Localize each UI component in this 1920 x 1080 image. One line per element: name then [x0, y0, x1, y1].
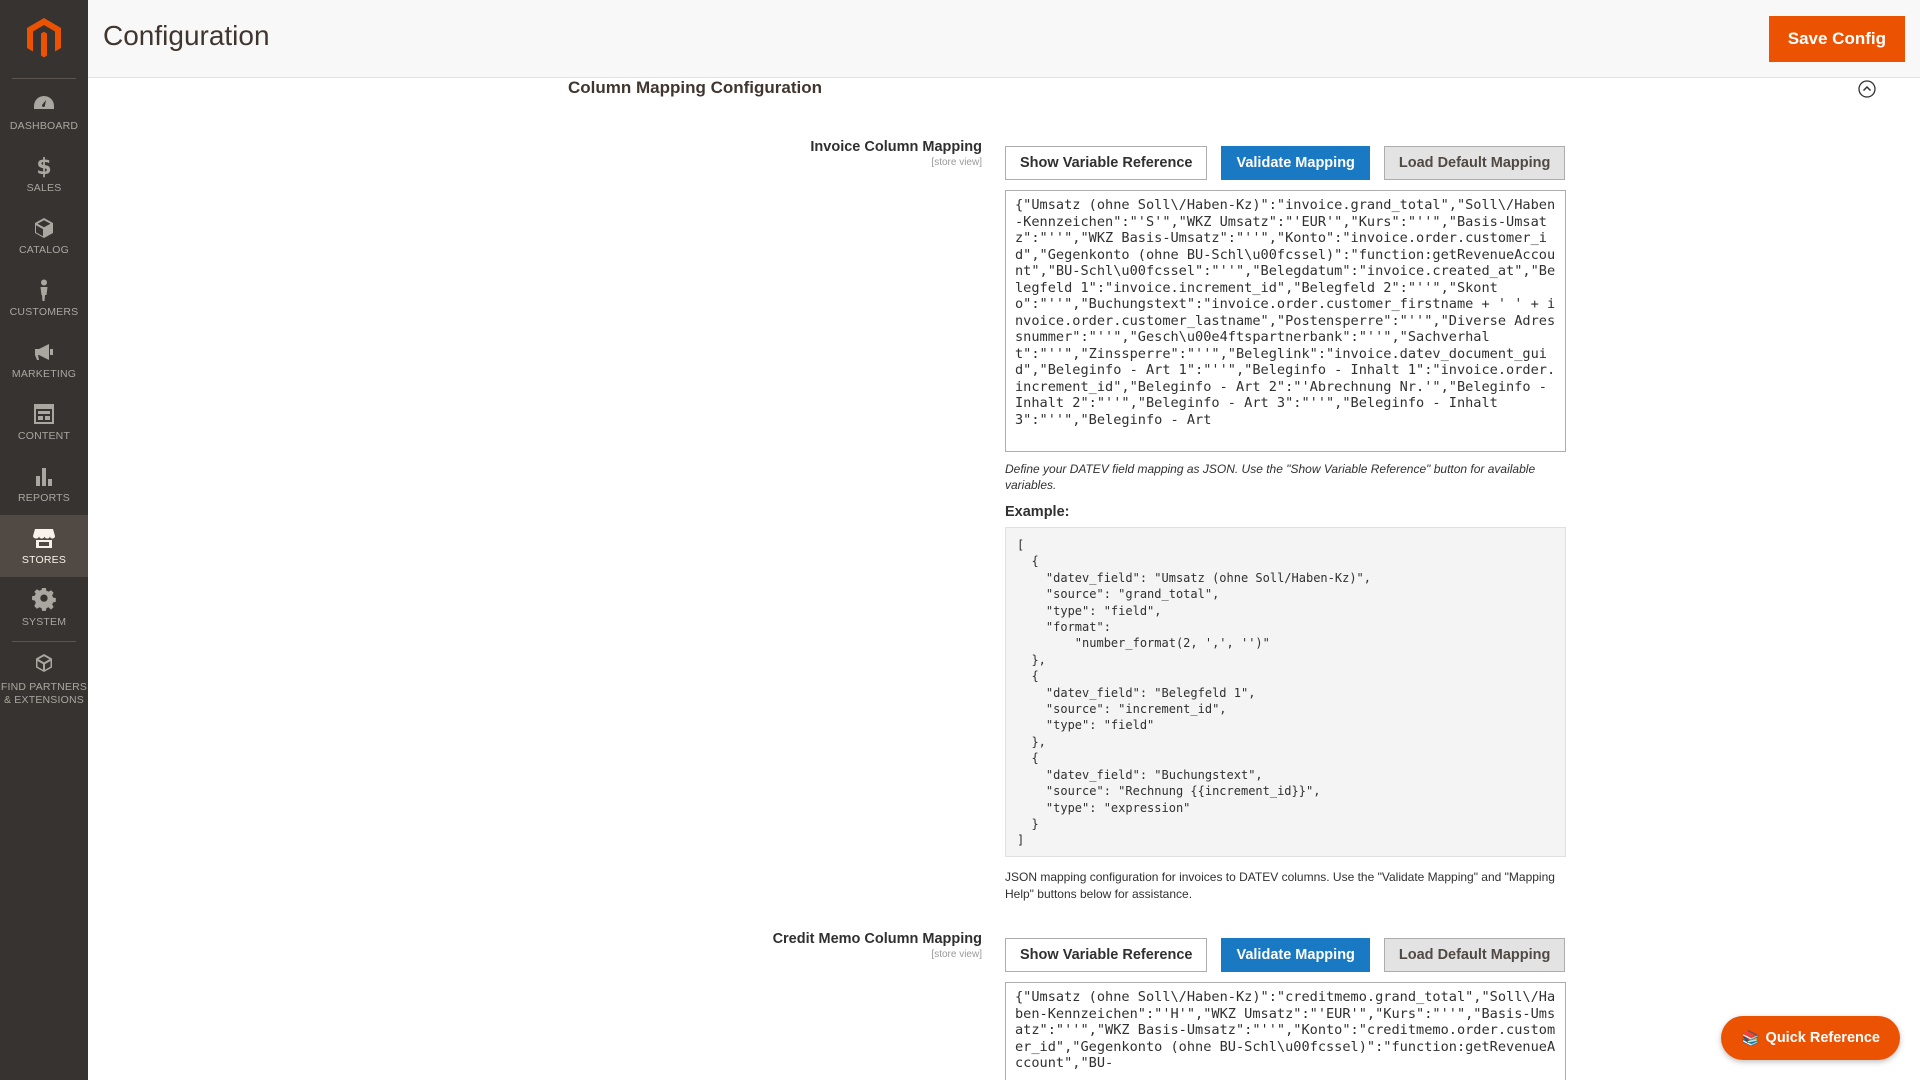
- magento-logo-icon: [27, 18, 61, 58]
- page-header: Configuration Save Config: [88, 0, 1920, 78]
- dashboard-icon: [34, 95, 54, 109]
- sidebar-item-find-partners[interactable]: FIND PARTNERS & EXTENSIONS: [0, 644, 88, 716]
- layout-icon: [34, 403, 54, 424]
- sidebar-item-sales[interactable]: $ SALES: [0, 143, 88, 205]
- admin-sidebar: DASHBOARD $ SALES CATALOG CUSTOMERS MARK…: [0, 0, 88, 1080]
- sidebar-item-label: SYSTEM: [21, 615, 67, 628]
- invoice-mapping-label: Invoice Column Mapping [store view]: [810, 138, 982, 168]
- box-icon: [35, 217, 53, 238]
- person-icon: [40, 279, 48, 301]
- page-title: Configuration: [103, 20, 270, 51]
- creditmemo-button-row: Show Variable Reference Validate Mapping…: [1005, 938, 1566, 972]
- sidebar-item-label: CUSTOMERS: [9, 305, 79, 318]
- sidebar-item-label: CATALOG: [18, 243, 70, 256]
- bar-chart-icon: [36, 467, 52, 486]
- creditmemo-mapping-textarea[interactable]: {"Umsatz (ohne Soll\/Haben-Kz)":"creditm…: [1005, 982, 1566, 1080]
- sidebar-item-label: FIND PARTNERS & EXTENSIONS: [0, 681, 88, 706]
- validate-mapping-button[interactable]: Validate Mapping: [1221, 146, 1370, 180]
- scope-label: [store view]: [931, 949, 982, 960]
- quick-reference-label: Quick Reference: [1765, 1030, 1880, 1046]
- gear-icon: [32, 587, 56, 611]
- sidebar-item-catalog[interactable]: CATALOG: [0, 205, 88, 267]
- save-config-button[interactable]: Save Config: [1768, 16, 1905, 62]
- sidebar-item-content[interactable]: CONTENT: [0, 391, 88, 453]
- invoice-button-row: Show Variable Reference Validate Mapping…: [1005, 146, 1566, 180]
- load-default-mapping-button[interactable]: Load Default Mapping: [1383, 146, 1566, 180]
- sidebar-item-customers[interactable]: CUSTOMERS: [0, 267, 88, 329]
- main-content: Column Mapping Configuration Invoice Col…: [88, 78, 1920, 1080]
- section-title[interactable]: Column Mapping Configuration: [568, 78, 822, 98]
- nav-separator: [12, 78, 76, 79]
- invoice-mapping-note: Define your DATEV field mapping as JSON.…: [1005, 462, 1536, 492]
- dollar-icon: $: [36, 155, 51, 178]
- show-variable-reference-button[interactable]: Show Variable Reference: [1005, 938, 1208, 972]
- invoice-mapping-textarea[interactable]: {"Umsatz (ohne Soll\/Haben-Kz)":"invoice…: [1005, 190, 1566, 452]
- nav-separator: [12, 641, 76, 642]
- sidebar-item-label: MARKETING: [11, 367, 77, 380]
- sidebar-item-dashboard[interactable]: DASHBOARD: [0, 81, 88, 143]
- example-code-block: [ { "datev_field": "Umsatz (ohne Soll/Ha…: [1005, 527, 1566, 857]
- example-title: Example:: [1005, 504, 1070, 520]
- sidebar-item-label: STORES: [21, 553, 67, 566]
- books-icon: 📚: [1741, 1030, 1760, 1047]
- sidebar-item-system[interactable]: SYSTEM: [0, 577, 88, 639]
- sidebar-item-marketing[interactable]: MARKETING: [0, 329, 88, 391]
- magento-logo[interactable]: [0, 0, 88, 76]
- cubes-icon: [36, 654, 52, 673]
- storefront-icon: [33, 528, 55, 548]
- invoice-mapping-comment: JSON mapping configuration for invoices …: [1005, 870, 1555, 901]
- sidebar-item-label: CONTENT: [17, 429, 71, 442]
- quick-reference-button[interactable]: 📚 Quick Reference: [1721, 1016, 1900, 1060]
- svg-text:$: $: [36, 155, 51, 178]
- scope-label: [store view]: [931, 157, 982, 168]
- sidebar-item-label: DASHBOARD: [9, 119, 79, 132]
- sidebar-item-label: SALES: [26, 181, 62, 194]
- creditmemo-mapping-label: Credit Memo Column Mapping [store view]: [773, 930, 982, 960]
- field-label-text: Invoice Column Mapping: [810, 139, 982, 155]
- validate-mapping-button[interactable]: Validate Mapping: [1221, 938, 1370, 972]
- field-label-text: Credit Memo Column Mapping: [772, 931, 982, 947]
- show-variable-reference-button[interactable]: Show Variable Reference: [1005, 146, 1208, 180]
- sidebar-item-label: REPORTS: [18, 491, 70, 504]
- sidebar-item-reports[interactable]: REPORTS: [0, 453, 88, 515]
- sidebar-item-stores[interactable]: STORES: [0, 515, 88, 577]
- load-default-mapping-button[interactable]: Load Default Mapping: [1383, 938, 1566, 972]
- megaphone-icon: [35, 343, 53, 360]
- chevron-up-icon[interactable]: [1858, 80, 1876, 98]
